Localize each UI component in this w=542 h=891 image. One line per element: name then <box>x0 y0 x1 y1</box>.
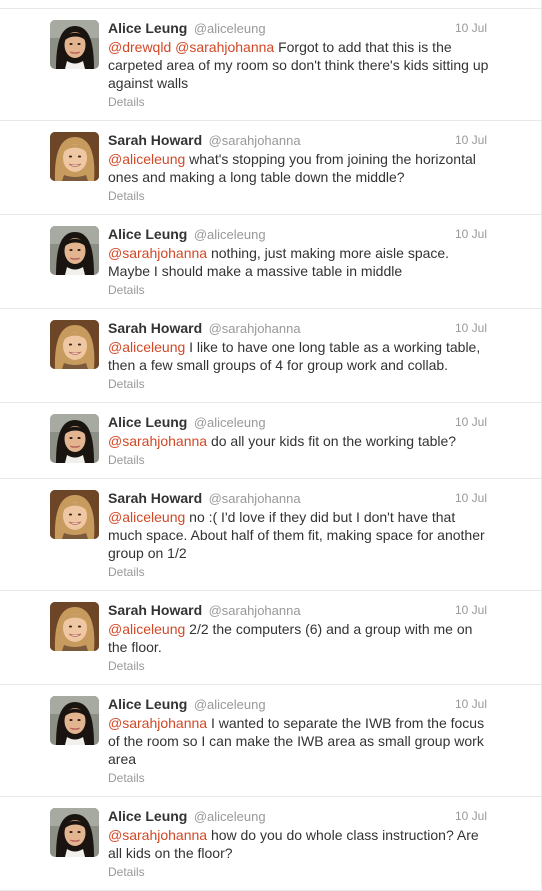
tweet[interactable]: Alice Leung @aliceleung 10 Jul @sarahjoh… <box>0 685 541 797</box>
tweet-text: @sarahjohanna I wanted to separate the I… <box>108 714 489 768</box>
tweet-header: Alice Leung @aliceleung <box>108 225 489 243</box>
details-link[interactable]: Details <box>108 283 489 298</box>
author-fullname[interactable]: Sarah Howard <box>108 132 202 148</box>
avatar[interactable] <box>50 20 99 69</box>
author-username[interactable]: @sarahjohanna <box>209 133 301 148</box>
avatar[interactable] <box>50 226 99 275</box>
tweet-header: Sarah Howard @sarahjohanna <box>108 489 489 507</box>
mention-link[interactable]: @aliceleung <box>108 339 185 355</box>
tweet-header: Sarah Howard @sarahjohanna <box>108 131 489 149</box>
tweet-text: @drewqld @sarahjohanna Forgot to add tha… <box>108 38 489 92</box>
details-link[interactable]: Details <box>108 659 489 674</box>
author-fullname[interactable]: Alice Leung <box>108 808 187 824</box>
details-link[interactable]: Details <box>108 565 489 580</box>
timeline-top-edge <box>0 0 541 9</box>
mention-link[interactable]: @aliceleung <box>108 509 185 525</box>
avatar[interactable] <box>50 696 99 745</box>
avatar-image[interactable] <box>50 808 99 857</box>
avatar-image[interactable] <box>50 132 99 181</box>
tweet-header: Sarah Howard @sarahjohanna <box>108 319 489 337</box>
tweet-text: @aliceleung no :( I'd love if they did b… <box>108 508 489 562</box>
tweet-body-text: do all your kids fit on the working tabl… <box>207 433 457 449</box>
tweet[interactable]: Sarah Howard @sarahjohanna 10 Jul @alice… <box>0 591 541 685</box>
details-link[interactable]: Details <box>108 189 489 204</box>
author-fullname[interactable]: Alice Leung <box>108 20 187 36</box>
author-fullname[interactable]: Sarah Howard <box>108 320 202 336</box>
timeline: Alice Leung @aliceleung 10 Jul @drewqld … <box>0 0 542 891</box>
tweet[interactable]: Sarah Howard @sarahjohanna 10 Jul @alice… <box>0 309 541 403</box>
avatar-image[interactable] <box>50 20 99 69</box>
author-fullname[interactable]: Sarah Howard <box>108 602 202 618</box>
mention-link[interactable]: @sarahjohanna <box>108 245 207 261</box>
tweet-timestamp[interactable]: 10 Jul <box>455 603 487 617</box>
tweet-text: @sarahjohanna do all your kids fit on th… <box>108 432 489 450</box>
avatar[interactable] <box>50 490 99 539</box>
tweet-header: Alice Leung @aliceleung <box>108 807 489 825</box>
author-username[interactable]: @aliceleung <box>194 809 266 824</box>
details-link[interactable]: Details <box>108 95 489 110</box>
tweet-header: Alice Leung @aliceleung <box>108 19 489 37</box>
author-fullname[interactable]: Alice Leung <box>108 414 187 430</box>
avatar[interactable] <box>50 808 99 857</box>
tweet-timestamp[interactable]: 10 Jul <box>455 697 487 711</box>
author-username[interactable]: @sarahjohanna <box>209 321 301 336</box>
avatar-image[interactable] <box>50 696 99 745</box>
tweet-text: @aliceleung I like to have one long tabl… <box>108 338 489 374</box>
author-username[interactable]: @aliceleung <box>194 415 266 430</box>
details-link[interactable]: Details <box>108 771 489 786</box>
avatar[interactable] <box>50 602 99 651</box>
avatar-image[interactable] <box>50 490 99 539</box>
tweet-text: @sarahjohanna nothing, just making more … <box>108 244 489 280</box>
avatar-image[interactable] <box>50 226 99 275</box>
tweet[interactable]: Alice Leung @aliceleung 10 Jul @sarahjoh… <box>0 797 541 891</box>
avatar-image[interactable] <box>50 602 99 651</box>
mention-link[interactable]: @aliceleung <box>108 621 185 637</box>
tweet-text: @aliceleung 2/2 the computers (6) and a … <box>108 620 489 656</box>
tweet[interactable]: Alice Leung @aliceleung 10 Jul @sarahjoh… <box>0 403 541 479</box>
tweet-timestamp[interactable]: 10 Jul <box>455 133 487 147</box>
tweet-timestamp[interactable]: 10 Jul <box>455 809 487 823</box>
mention-link[interactable]: @drewqld <box>108 39 171 55</box>
author-username[interactable]: @sarahjohanna <box>209 603 301 618</box>
author-username[interactable]: @aliceleung <box>194 21 266 36</box>
details-link[interactable]: Details <box>108 865 489 880</box>
avatar-image[interactable] <box>50 320 99 369</box>
tweet-timestamp[interactable]: 10 Jul <box>455 415 487 429</box>
avatar[interactable] <box>50 414 99 463</box>
tweet-timestamp[interactable]: 10 Jul <box>455 491 487 505</box>
mention-link[interactable]: @aliceleung <box>108 151 185 167</box>
avatar[interactable] <box>50 320 99 369</box>
tweet-text: @aliceleung what's stopping you from joi… <box>108 150 489 186</box>
tweet-header: Alice Leung @aliceleung <box>108 413 489 431</box>
author-fullname[interactable]: Sarah Howard <box>108 490 202 506</box>
tweet-timestamp[interactable]: 10 Jul <box>455 21 487 35</box>
tweet-header: Sarah Howard @sarahjohanna <box>108 601 489 619</box>
author-username[interactable]: @sarahjohanna <box>209 491 301 506</box>
author-fullname[interactable]: Alice Leung <box>108 226 187 242</box>
tweet[interactable]: Sarah Howard @sarahjohanna 10 Jul @alice… <box>0 479 541 591</box>
details-link[interactable]: Details <box>108 453 489 468</box>
tweet-header: Alice Leung @aliceleung <box>108 695 489 713</box>
tweet[interactable]: Sarah Howard @sarahjohanna 10 Jul @alice… <box>0 121 541 215</box>
mention-link[interactable]: @sarahjohanna <box>108 715 207 731</box>
avatar[interactable] <box>50 132 99 181</box>
tweet-stream: Alice Leung @aliceleung 10 Jul @drewqld … <box>0 9 541 891</box>
mention-link[interactable]: @sarahjohanna <box>108 433 207 449</box>
details-link[interactable]: Details <box>108 377 489 392</box>
author-fullname[interactable]: Alice Leung <box>108 696 187 712</box>
author-username[interactable]: @aliceleung <box>194 227 266 242</box>
mention-link[interactable]: @sarahjohanna <box>175 39 274 55</box>
author-username[interactable]: @aliceleung <box>194 697 266 712</box>
tweet[interactable]: Alice Leung @aliceleung 10 Jul @drewqld … <box>0 9 541 121</box>
tweet-text: @sarahjohanna how do you do whole class … <box>108 826 489 862</box>
tweet-timestamp[interactable]: 10 Jul <box>455 321 487 335</box>
tweet[interactable]: Alice Leung @aliceleung 10 Jul @sarahjoh… <box>0 215 541 309</box>
tweet-timestamp[interactable]: 10 Jul <box>455 227 487 241</box>
mention-link[interactable]: @sarahjohanna <box>108 827 207 843</box>
avatar-image[interactable] <box>50 414 99 463</box>
